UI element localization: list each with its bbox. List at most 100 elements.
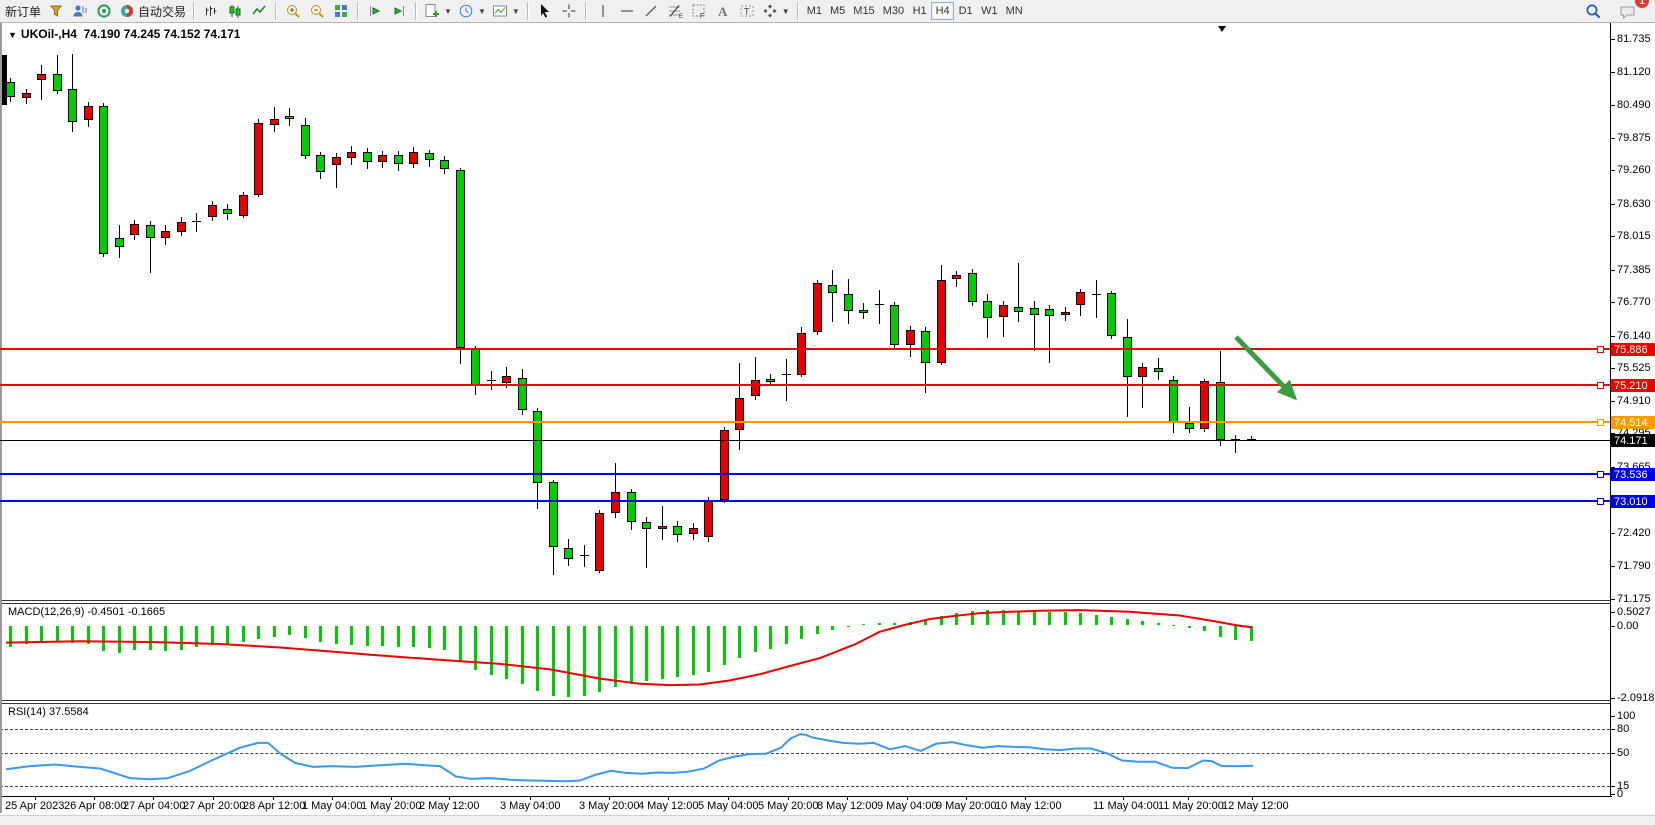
price-tick-label: 71.790 [1617,560,1651,572]
candle [782,374,791,375]
macd-histogram-bar [288,626,291,636]
macd-histogram-bar [428,626,431,649]
candle-wick [662,506,663,540]
price-tag-75.210: 75.210 [1611,379,1655,392]
candle [1107,293,1116,336]
macd-histogram-bar [614,626,617,688]
price-tag-73.536: 73.536 [1611,468,1655,481]
candle [363,152,372,162]
macd-histogram-bar [335,626,338,645]
macd-histogram-bar [195,626,198,647]
horizontal-line-74.171[interactable] [0,440,1610,441]
line-endpoint-marker[interactable] [1597,419,1604,426]
price-tick-label: 79.875 [1617,132,1651,144]
price-tag-74.171: 74.171 [1611,434,1655,447]
candle [332,157,341,165]
macd-histogram-bar [1250,626,1253,641]
candle [844,294,853,311]
rsi-label: RSI(14) 37.5584 [8,706,89,718]
candle [1061,312,1070,315]
candle [859,310,868,313]
time-tick [788,796,789,800]
candle-wick [832,270,833,321]
price-tick-label: 76.770 [1617,296,1651,308]
time-label: 8 May 12:00 [817,800,878,812]
macd-histogram-bar [40,626,43,643]
candle [983,301,992,318]
price-tick-label: 71.175 [1617,593,1651,605]
macd-histogram-bar [366,626,369,647]
candle [1092,294,1101,295]
horizontal-line-75.210[interactable] [0,384,1610,386]
macd-histogram-bar [924,620,927,625]
line-endpoint-marker[interactable] [1597,382,1604,389]
price-tick-label: 81.735 [1617,33,1651,45]
candle [487,380,496,381]
macd-histogram-bar [878,623,881,626]
horizontal-line-74.514[interactable] [0,421,1610,423]
candle [192,221,201,222]
price-tick-label: 76.140 [1617,330,1651,342]
candle [673,526,682,535]
trading-platform-window: 新订单 自动交易 ▼▼▼ EFAT▼ M1M5M15M30H1H4D1W1MN … [0,0,1655,825]
line-endpoint-marker[interactable] [1597,498,1604,505]
candle [952,275,961,279]
macd-histogram-bar [102,626,105,652]
candle [208,205,217,217]
candle [347,152,356,158]
time-tick [153,796,154,800]
candle [1216,382,1225,440]
candle [177,222,186,232]
partial-candle [2,55,7,105]
time-label: 2 May 12:00 [419,800,480,812]
candle [6,82,15,97]
time-tick [668,796,669,800]
macd-histogram-bar [490,626,493,676]
price-tick-label: 79.260 [1617,164,1651,176]
macd-histogram-bar [118,626,121,653]
rsi-tick-label: 100 [1617,710,1635,722]
time-label: 9 May 20:00 [936,800,997,812]
candle [239,195,248,216]
line-endpoint-marker[interactable] [1597,346,1604,353]
rsi-pane-separator[interactable] [0,700,1610,704]
time-label: 26 Apr 08:00 [64,800,126,812]
time-tick [907,796,908,800]
macd-histogram-bar [862,624,865,625]
candle [890,305,899,345]
time-tick [391,796,392,800]
time-tick [35,796,36,800]
macd-histogram-bar [785,626,788,645]
price-tick-label: 72.420 [1617,527,1651,539]
time-label: 3 May 04:00 [500,800,561,812]
horizontal-line-73.010[interactable] [0,500,1610,502]
macd-histogram-bar [1017,611,1020,626]
macd-histogram-bar [707,626,710,672]
time-label: 11 May 04:00 [1093,800,1159,812]
macd-histogram-bar [676,626,679,677]
candle-wick [196,213,197,232]
price-tick-label: 81.120 [1617,66,1651,78]
candle [316,155,325,172]
time-tick [213,796,214,800]
horizontal-line-75.886[interactable] [0,348,1610,350]
time-label: 12 May 12:00 [1222,800,1289,812]
macd-pane-separator[interactable] [0,600,1610,604]
candle [84,106,93,120]
candle [999,305,1008,317]
time-label: 4 May 12:00 [638,800,699,812]
time-tick [273,796,274,800]
price-tag-75.886: 75.886 [1611,343,1655,356]
macd-histogram-bar [25,626,28,645]
line-endpoint-marker[interactable] [1597,471,1604,478]
rsi-tick [1610,716,1615,717]
horizontal-line-73.536[interactable] [0,473,1610,475]
macd-histogram-bar [645,626,648,682]
rsi-tick [1610,786,1615,787]
trend-arrow-annotation[interactable] [1236,337,1293,396]
candle [549,482,558,547]
chart-area[interactable]: ▼UKOil-,H4 74.190 74.245 74.152 74.171 8… [0,23,1655,825]
macd-tick [1610,612,1615,613]
candle-wick [41,65,42,100]
macd-histogram-bar [831,626,834,630]
